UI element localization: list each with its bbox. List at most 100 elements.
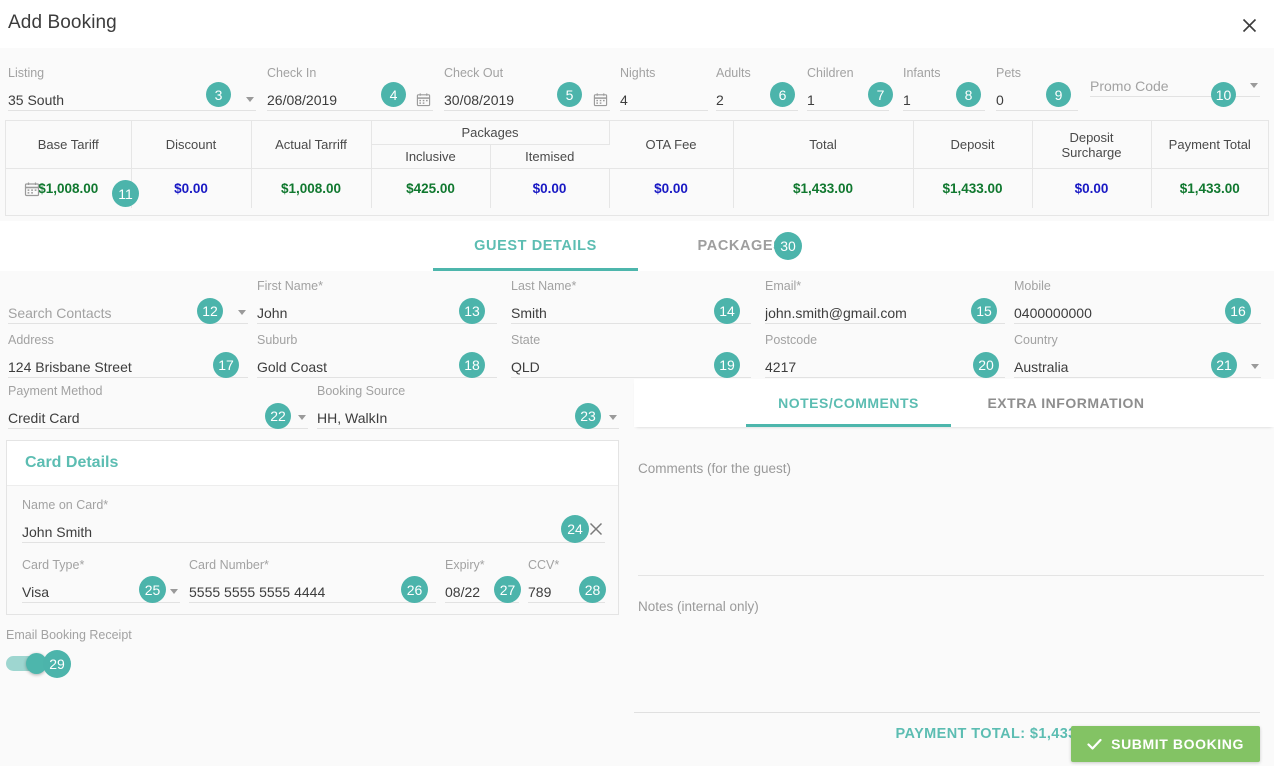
cell-deposit: $1,433.00 [913, 168, 1033, 208]
pets-label: Pets [996, 66, 1022, 80]
email-field[interactable]: Email* john.smith@gmail.com [765, 279, 1005, 324]
active-tab-indicator [746, 424, 951, 427]
listing-field[interactable]: Listing 35 South [8, 66, 256, 111]
chevron-down-icon[interactable] [170, 589, 178, 594]
payment-method-value: Credit Card [8, 410, 80, 426]
payment-method-label: Payment Method [8, 384, 103, 398]
expiry-field[interactable]: Expiry* 08/22 [445, 558, 519, 603]
th-discount: Discount [131, 121, 252, 169]
field-underline [638, 575, 1264, 576]
check-out-value: 30/08/2019 [444, 92, 515, 108]
payment-method-field[interactable]: Payment Method Credit Card [8, 384, 308, 429]
tab-guest-details[interactable]: GUEST DETAILS [433, 221, 638, 271]
address-field[interactable]: Address 124 Brisbane Street [8, 333, 248, 378]
children-field[interactable]: Children 1 [807, 66, 889, 111]
booking-source-label: Booking Source [317, 384, 406, 398]
cell-deposit-surcharge: $0.00 [1032, 168, 1152, 208]
chevron-down-icon[interactable] [238, 310, 246, 315]
base-tariff-amount: $1,008.00 [38, 181, 99, 196]
close-button[interactable] [1236, 12, 1262, 38]
submit-booking-label: SUBMIT BOOKING [1111, 736, 1244, 752]
state-field[interactable]: State QLD [511, 333, 751, 378]
th-packages-inclusive: Inclusive [371, 144, 491, 169]
last-name-field[interactable]: Last Name* Smith [511, 279, 751, 324]
add-booking-dialog: Add Booking Listing 35 South Check In 26… [0, 0, 1274, 766]
email-input[interactable]: john.smith@gmail.com [765, 303, 1005, 323]
search-contacts-input[interactable]: Search Contacts [8, 303, 248, 323]
calendar-icon[interactable] [24, 181, 40, 197]
field-underline [1014, 323, 1261, 324]
expiry-label: Expiry* [445, 558, 485, 572]
adults-value: 2 [716, 92, 724, 108]
mobile-input[interactable]: 0400000000 [1014, 303, 1261, 323]
tab-extra-information[interactable]: EXTRA INFORMATION [951, 379, 1181, 427]
main-tab-bar: GUEST DETAILS PACKAGES [0, 221, 1274, 271]
calendar-icon[interactable] [416, 92, 431, 107]
email-booking-receipt-toggle[interactable] [6, 653, 47, 674]
field-underline [765, 377, 1005, 378]
table-header-row-1: Base Tariff Discount Actual Tarriff Pack… [6, 121, 1268, 169]
postcode-field[interactable]: Postcode 4217 [765, 333, 1005, 378]
cell-ota-fee: $0.00 [609, 168, 734, 208]
clear-name-button[interactable] [589, 522, 605, 538]
state-input[interactable]: QLD [511, 357, 751, 377]
name-on-card-input[interactable]: John Smith [22, 522, 605, 542]
country-input[interactable]: Australia [1014, 357, 1261, 377]
field-underline [444, 110, 610, 111]
check-in-field[interactable]: Check In 26/08/2019 [267, 66, 433, 111]
check-in-value: 26/08/2019 [267, 92, 338, 108]
chevron-down-icon[interactable] [1251, 364, 1259, 369]
tab-packages[interactable]: PACKAGES [638, 221, 843, 271]
tariff-summary-table: Base Tariff Discount Actual Tarriff Pack… [5, 120, 1269, 216]
promo-code-field[interactable]: Promo Code [1090, 66, 1260, 97]
card-type-field[interactable]: Card Type* Visa [22, 558, 180, 603]
postcode-input[interactable]: 4217 [765, 357, 1005, 377]
expiry-input[interactable]: 08/22 [445, 582, 519, 602]
infants-value: 1 [903, 92, 911, 108]
card-number-field[interactable]: Card Number* 5555 5555 5555 4444 [189, 558, 436, 603]
first-name-input[interactable]: John [257, 303, 497, 323]
deposit-surcharge-line1: Deposit [1069, 129, 1114, 145]
comments-textarea[interactable]: Comments (for the guest) [638, 461, 1264, 576]
chevron-down-icon[interactable] [298, 415, 306, 420]
tab-notes-comments[interactable]: NOTES/COMMENTS [746, 379, 951, 427]
adults-field[interactable]: Adults 2 [716, 66, 798, 111]
mobile-field[interactable]: Mobile 0400000000 [1014, 279, 1261, 324]
field-underline [807, 110, 889, 111]
calendar-icon[interactable] [593, 92, 608, 107]
nights-value: 4 [620, 92, 628, 108]
field-underline [257, 377, 497, 378]
field-underline [257, 323, 497, 324]
booking-header-fields: Listing 35 South Check In 26/08/2019 Che… [0, 56, 1274, 112]
field-underline [8, 428, 308, 429]
pets-field[interactable]: Pets 0 [996, 66, 1078, 111]
last-name-input[interactable]: Smith [511, 303, 751, 323]
name-on-card-field[interactable]: Name on Card* John Smith [22, 498, 605, 543]
suburb-input[interactable]: Gold Coast [257, 357, 497, 377]
submit-booking-button[interactable]: SUBMIT BOOKING [1071, 726, 1260, 762]
check-in-label: Check In [267, 66, 317, 80]
booking-source-field[interactable]: Booking Source HH, WalkIn [317, 384, 619, 429]
suburb-field[interactable]: Suburb Gold Coast [257, 333, 497, 378]
first-name-field[interactable]: First Name* John [257, 279, 497, 324]
children-label: Children [807, 66, 854, 80]
country-field[interactable]: Country Australia [1014, 333, 1261, 378]
th-total: Total [733, 121, 914, 169]
chevron-down-icon[interactable] [246, 97, 254, 102]
address-input[interactable]: 124 Brisbane Street [8, 357, 248, 377]
internal-notes-textarea[interactable]: Notes (internal only) [638, 599, 1264, 714]
nights-field[interactable]: Nights 4 [620, 66, 708, 111]
search-contacts-field[interactable]: Search Contacts [8, 293, 248, 324]
card-number-input[interactable]: 5555 5555 5555 4444 [189, 582, 436, 602]
check-out-field[interactable]: Check Out 30/08/2019 [444, 66, 610, 111]
check-out-label: Check Out [444, 66, 504, 80]
notes-panel: NOTES/COMMENTS EXTRA INFORMATION Comment… [634, 379, 1274, 614]
field-underline [8, 323, 248, 324]
page-title: Add Booking [8, 12, 117, 33]
infants-field[interactable]: Infants 1 [903, 66, 985, 111]
children-value: 1 [807, 92, 815, 108]
chevron-down-icon[interactable] [1250, 83, 1258, 88]
chevron-down-icon[interactable] [609, 415, 617, 420]
ccv-field[interactable]: CCV* 789 [528, 558, 605, 603]
ccv-input[interactable]: 789 [528, 582, 605, 602]
